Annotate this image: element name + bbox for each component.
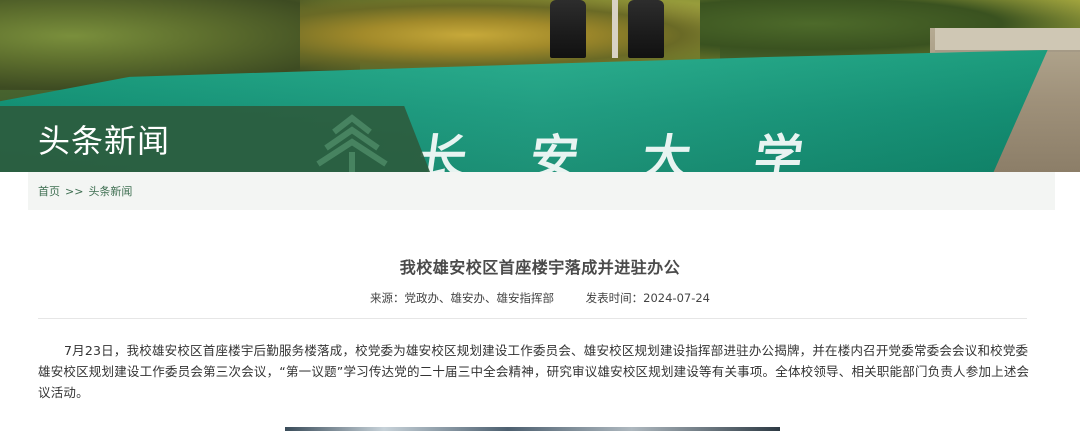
breadcrumb-separator: >> (65, 184, 84, 198)
header-banner: 长 安 大 学 头条新闻 (0, 0, 1080, 172)
article-source: 来源：党政办、雄安办、雄安指挥部 (370, 291, 554, 305)
article-photo (285, 427, 780, 431)
article-date: 发表时间：2024-07-24 (585, 291, 710, 305)
breadcrumb-current-link[interactable]: 头条新闻 (88, 183, 132, 199)
article-title: 我校雄安校区首座楼宇落成并进驻办公 (399, 258, 681, 277)
stone-wall-top (935, 28, 1080, 52)
flag-pole (612, 0, 618, 58)
honor-guard-right (628, 0, 664, 58)
engraved-university-name: 长 安 大 学 (414, 118, 812, 172)
engraved-char: 学 (750, 130, 811, 172)
engraved-char: 安 (526, 130, 587, 172)
section-title: 头条新闻 (38, 122, 171, 160)
breadcrumb-home-link[interactable]: 首页 (38, 183, 60, 199)
tree-emblem-icon (316, 114, 388, 172)
divider (38, 318, 1027, 319)
article-body: 7月23日，我校雄安校区首座楼宇后勤服务楼落成，校党委为雄安校区规划建设工作委员… (38, 343, 1030, 400)
honor-guard-left (550, 0, 586, 58)
engraved-char: 大 (638, 130, 699, 172)
article-meta: 来源：党政办、雄安办、雄安指挥部 发表时间：2024-07-24 (0, 290, 1080, 306)
breadcrumb: 首页 >> 头条新闻 (28, 172, 1055, 210)
